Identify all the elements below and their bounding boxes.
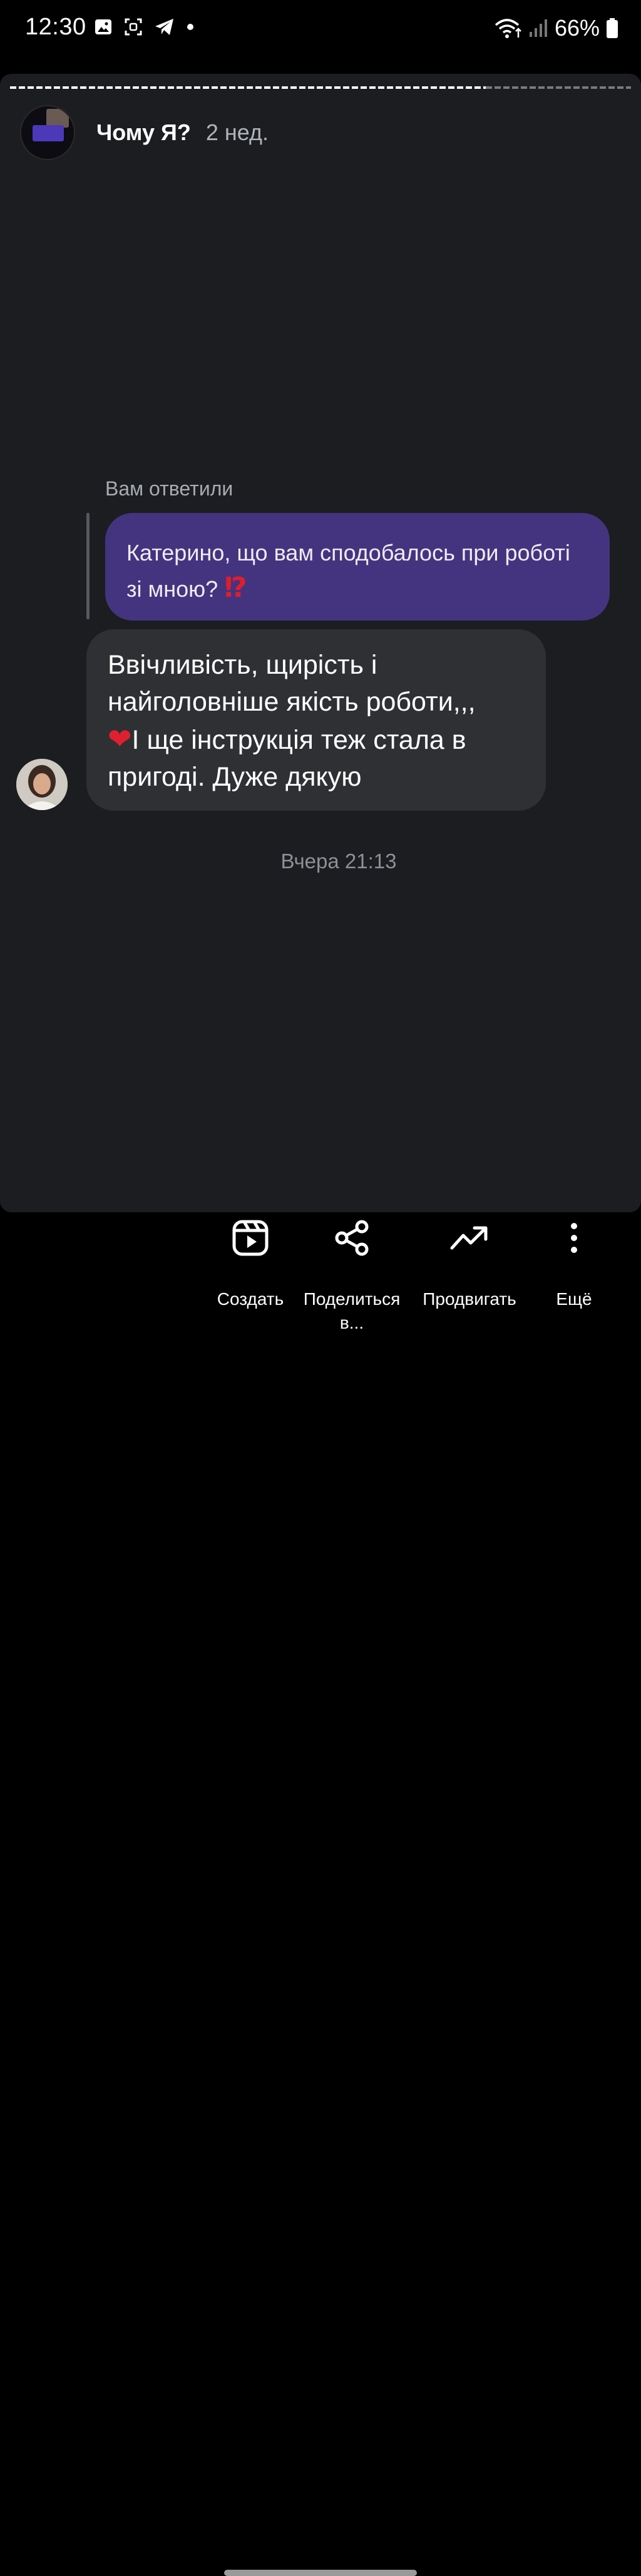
quoted-message-bubble: Катерино, що вам сподобалось при роботі … <box>105 513 610 621</box>
response-line: пригоді. Дуже дякую <box>108 762 362 792</box>
notification-icons <box>94 18 194 36</box>
quoted-message-text: Катерино, що вам сподобалось при роботі … <box>126 540 570 602</box>
response-message-bubble: Ввічливість, щирість і найголовніше якіс… <box>86 629 546 811</box>
response-line: ❤І ще інструкція теж стала в <box>108 721 527 759</box>
battery-icon <box>607 18 618 38</box>
share-label-line2: в... <box>339 1313 364 1332</box>
dot-icon <box>187 24 193 30</box>
status-time: 12:30 <box>25 14 86 40</box>
story-progress-remaining <box>486 86 631 89</box>
trending-up-icon <box>450 1226 488 1250</box>
reply-caption: Вам ответили <box>105 477 233 500</box>
gallery-icon <box>95 19 111 34</box>
battery-percent: 66% <box>554 15 600 41</box>
exclamation-question-icon: ⁉ <box>224 572 247 603</box>
story-avatar[interactable] <box>20 105 75 160</box>
story-title[interactable]: Чому Я? <box>96 119 191 146</box>
telegram-icon <box>155 19 173 35</box>
share-icon <box>335 1220 369 1256</box>
status-bar: 12:30 66% <box>0 0 641 63</box>
share-label: Поделиться в... <box>295 1287 408 1335</box>
promote-button[interactable]: Продвигать <box>413 1212 526 1311</box>
response-line-text: І ще інструкція теж стала в <box>131 725 466 755</box>
heart-icon: ❤ <box>108 723 132 755</box>
wifi-icon <box>495 19 521 38</box>
share-label-line1: Поделиться <box>303 1289 401 1309</box>
story-progress-fill <box>10 86 486 89</box>
more-vertical-icon <box>571 1223 577 1253</box>
reply-quote-bar <box>86 513 90 619</box>
avatar-screen-thumbnail <box>33 125 64 141</box>
home-indicator[interactable] <box>224 2570 417 2576</box>
more-button[interactable]: Ещё <box>518 1212 630 1311</box>
response-line: Ввічливість, щирість і <box>108 650 377 680</box>
response-line: найголовніше якість роботи,,, <box>108 687 476 717</box>
more-label: Ещё <box>556 1289 592 1309</box>
story-time-ago: 2 нед. <box>205 119 269 145</box>
story-action-bar: Создать Поделиться в... Продвигать Ещё <box>0 1212 641 2576</box>
signal-icon <box>529 19 547 37</box>
story-progress-bar <box>10 86 631 89</box>
screenshot-icon <box>125 18 142 36</box>
sender-avatar-image <box>16 759 68 810</box>
share-button[interactable]: Поделиться в... <box>295 1212 408 1335</box>
promote-label: Продвигать <box>423 1289 516 1309</box>
reels-icon <box>232 1220 269 1256</box>
story-header: Чому Я? 2 нед. <box>20 105 269 160</box>
sender-avatar[interactable] <box>16 759 68 810</box>
system-icons: 66% <box>495 15 618 41</box>
create-button[interactable]: Создать <box>194 1212 307 1311</box>
story-card[interactable]: Чому Я? 2 нед. Вам ответили Катерино, що… <box>0 74 641 1212</box>
message-timestamp: Вчера 21:13 <box>280 849 397 873</box>
create-label: Создать <box>217 1289 284 1309</box>
